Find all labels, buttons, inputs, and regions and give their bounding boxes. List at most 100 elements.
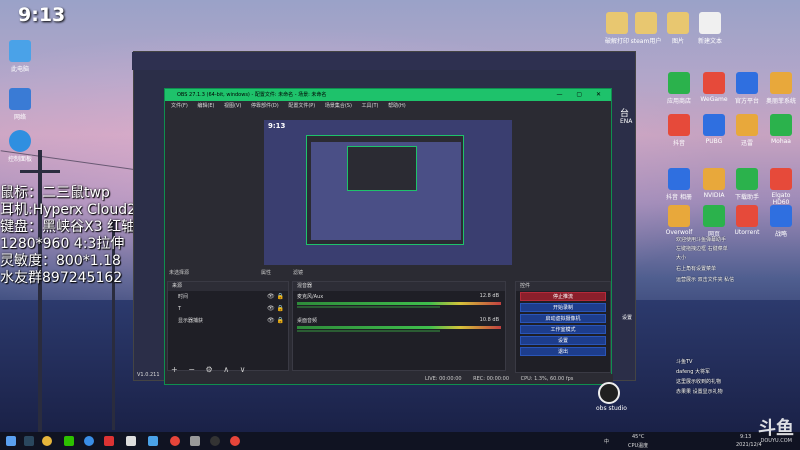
properties-button[interactable]: 属性 (261, 269, 271, 276)
desktop-icon[interactable]: 网络 (0, 88, 40, 121)
desktop-icon[interactable]: Overwolf (662, 205, 696, 236)
desktop-icon[interactable]: Elgato HD60 (764, 168, 798, 206)
app-icon (703, 168, 725, 190)
app-icon (770, 72, 792, 94)
wallpaper-pole (20, 170, 60, 173)
desktop-icon[interactable]: 此电脑 (0, 40, 40, 73)
browser-icon[interactable] (84, 436, 94, 446)
douyu-watermark-logo: 斗鱼 (758, 418, 794, 439)
settings-button[interactable]: 设置 (520, 336, 606, 345)
app-icon (668, 168, 690, 190)
obs-taskbar-icon[interactable] (210, 436, 220, 446)
status-rec: REC: 00:00:00 (473, 376, 510, 382)
obs-menubar: 文件(F) 编辑(E) 视图(V) 停靠部件(D) 配置文件(P) 场景集合(S… (165, 101, 611, 111)
danmu-line: 运营展示 双击文件夹 私信 (676, 277, 735, 283)
desktop-icon[interactable]: 战略 (764, 205, 798, 238)
menu-file[interactable]: 文件(F) (171, 103, 188, 109)
app-icon (736, 168, 758, 190)
danmu-line: 右上角有设置菜单 (676, 266, 717, 272)
visibility-icon[interactable]: 👁 🔒 (267, 303, 284, 315)
folder-icon (606, 12, 628, 34)
danmu-line: 欢迎使用斗鱼弹幕助手 (676, 237, 727, 243)
mixer-channel: 桌面音频 10.8 dB (293, 315, 505, 339)
tray-ime[interactable]: 中 (604, 438, 609, 445)
desktop-icon[interactable]: 抖音 相册 (662, 168, 696, 201)
start-icon[interactable] (6, 436, 16, 446)
tray-date[interactable]: 2021/12/4 (736, 442, 762, 448)
app-icon[interactable] (230, 436, 240, 446)
menu-help[interactable]: 帮助(H) (388, 103, 406, 109)
desktop-icon[interactable]: 奥丽菲系统 (764, 72, 798, 105)
app-icon[interactable] (170, 436, 180, 446)
app-icon (736, 72, 758, 94)
obs-preview[interactable]: 9:13 (264, 120, 512, 265)
volume-slider[interactable] (297, 306, 440, 308)
desktop-icon[interactable]: 控制面板 (0, 130, 40, 163)
app-icon[interactable] (148, 436, 158, 446)
source-item[interactable]: 显示器捕获 👁 🔒 (168, 315, 288, 327)
mixer-channel-db: 10.8 dB (479, 317, 499, 323)
app-icon (736, 114, 758, 136)
desktop-icon[interactable]: 新建文本 (690, 12, 730, 45)
danmu-line: dafeng 大将军 (676, 369, 711, 375)
obs-window[interactable]: OBS 27.1.3 (64-bit, windows) - 配置文件: 未命名… (164, 88, 613, 385)
menu-tools[interactable]: 工具(T) (362, 103, 379, 109)
desktop-icon[interactable]: 迅雷 (730, 114, 764, 147)
stop-streaming-button[interactable]: 停止推流 (520, 292, 606, 301)
menu-view[interactable]: 视图(V) (224, 103, 241, 109)
source-item[interactable]: 时间 👁 🔒 (168, 291, 288, 303)
source-add-remove-toolbar[interactable]: + − ⚙ ∧ ∨ (171, 365, 249, 374)
steam-icon[interactable] (24, 436, 34, 446)
network-icon (9, 88, 31, 110)
mixer-channel-db: 12.8 dB (479, 293, 499, 299)
desktop-icon[interactable]: 网页 (697, 205, 731, 238)
mixer-header: 混音器 (293, 282, 505, 291)
taskbar: 中 45°C CPU温度 9:13 2021/12/4 (0, 432, 800, 450)
obs-titlebar[interactable]: OBS 27.1.3 (64-bit, windows) - 配置文件: 未命名… (165, 89, 611, 101)
menu-scene-collection[interactable]: 场景集合(S) (325, 103, 352, 109)
obs-statusbar: LIVE: 00:00:00 REC: 00:00:00 CPU: 1.3%, … (165, 374, 613, 384)
sources-header: 来源 (168, 282, 288, 291)
desktop-icon[interactable]: NVIDIA (697, 168, 731, 199)
folder-icon (667, 12, 689, 34)
preview-nested-obs (347, 146, 417, 191)
volume-meter (297, 302, 501, 305)
desktop-icon[interactable]: Mohaa (764, 114, 798, 145)
app-icon (770, 168, 792, 190)
desktop-icon[interactable]: PUBG (697, 114, 731, 145)
chrome-icon[interactable] (42, 436, 52, 446)
tray-time[interactable]: 9:13 (740, 434, 751, 440)
volume-slider[interactable] (297, 330, 440, 332)
wechat-icon[interactable] (64, 436, 74, 446)
menu-profile[interactable]: 配置文件(P) (288, 103, 315, 109)
filters-button[interactable]: 滤镜 (293, 269, 303, 276)
obs-studio-label: obs studio (596, 405, 627, 412)
app-icon[interactable] (126, 436, 136, 446)
app-icon (668, 205, 690, 227)
app-icon[interactable] (104, 436, 114, 446)
app-icon (736, 205, 758, 227)
desktop-icon[interactable]: WeGame (697, 72, 731, 103)
visibility-icon[interactable]: 👁 🔒 (267, 291, 284, 303)
studio-mode-button[interactable]: 工作室模式 (520, 325, 606, 334)
desktop-icon[interactable]: 官方平台 (730, 72, 764, 105)
desktop-icon[interactable]: 应用商店 (662, 72, 696, 105)
window-controls[interactable]: — ▢ ✕ (556, 89, 607, 101)
exit-button[interactable]: 退出 (520, 347, 606, 356)
virtual-camera-button[interactable]: 启动虚拟摄像机 (520, 314, 606, 323)
desktop-icon[interactable]: Utorrent (730, 205, 764, 236)
menu-edit[interactable]: 编辑(E) (197, 103, 214, 109)
mixer-channel-name: 麦克风/Aux (297, 294, 324, 300)
background-window-side-label: ENA (620, 118, 633, 125)
app-icon (770, 114, 792, 136)
desktop-icon[interactable]: 下载助手 (730, 168, 764, 201)
start-recording-button[interactable]: 开始录制 (520, 303, 606, 312)
danmu-line: 这里展示收到的礼物 (676, 379, 722, 385)
desktop: { "clock": "9:13", "overlay": { "lines":… (0, 0, 800, 450)
app-icon[interactable] (190, 436, 200, 446)
desktop-icon[interactable]: 抖音 (662, 114, 696, 147)
menu-docks[interactable]: 停靠部件(D) (251, 103, 279, 109)
obs-studio-icon[interactable] (598, 382, 620, 404)
source-item[interactable]: T 👁 🔒 (168, 303, 288, 315)
visibility-icon[interactable]: 👁 🔒 (267, 315, 284, 327)
